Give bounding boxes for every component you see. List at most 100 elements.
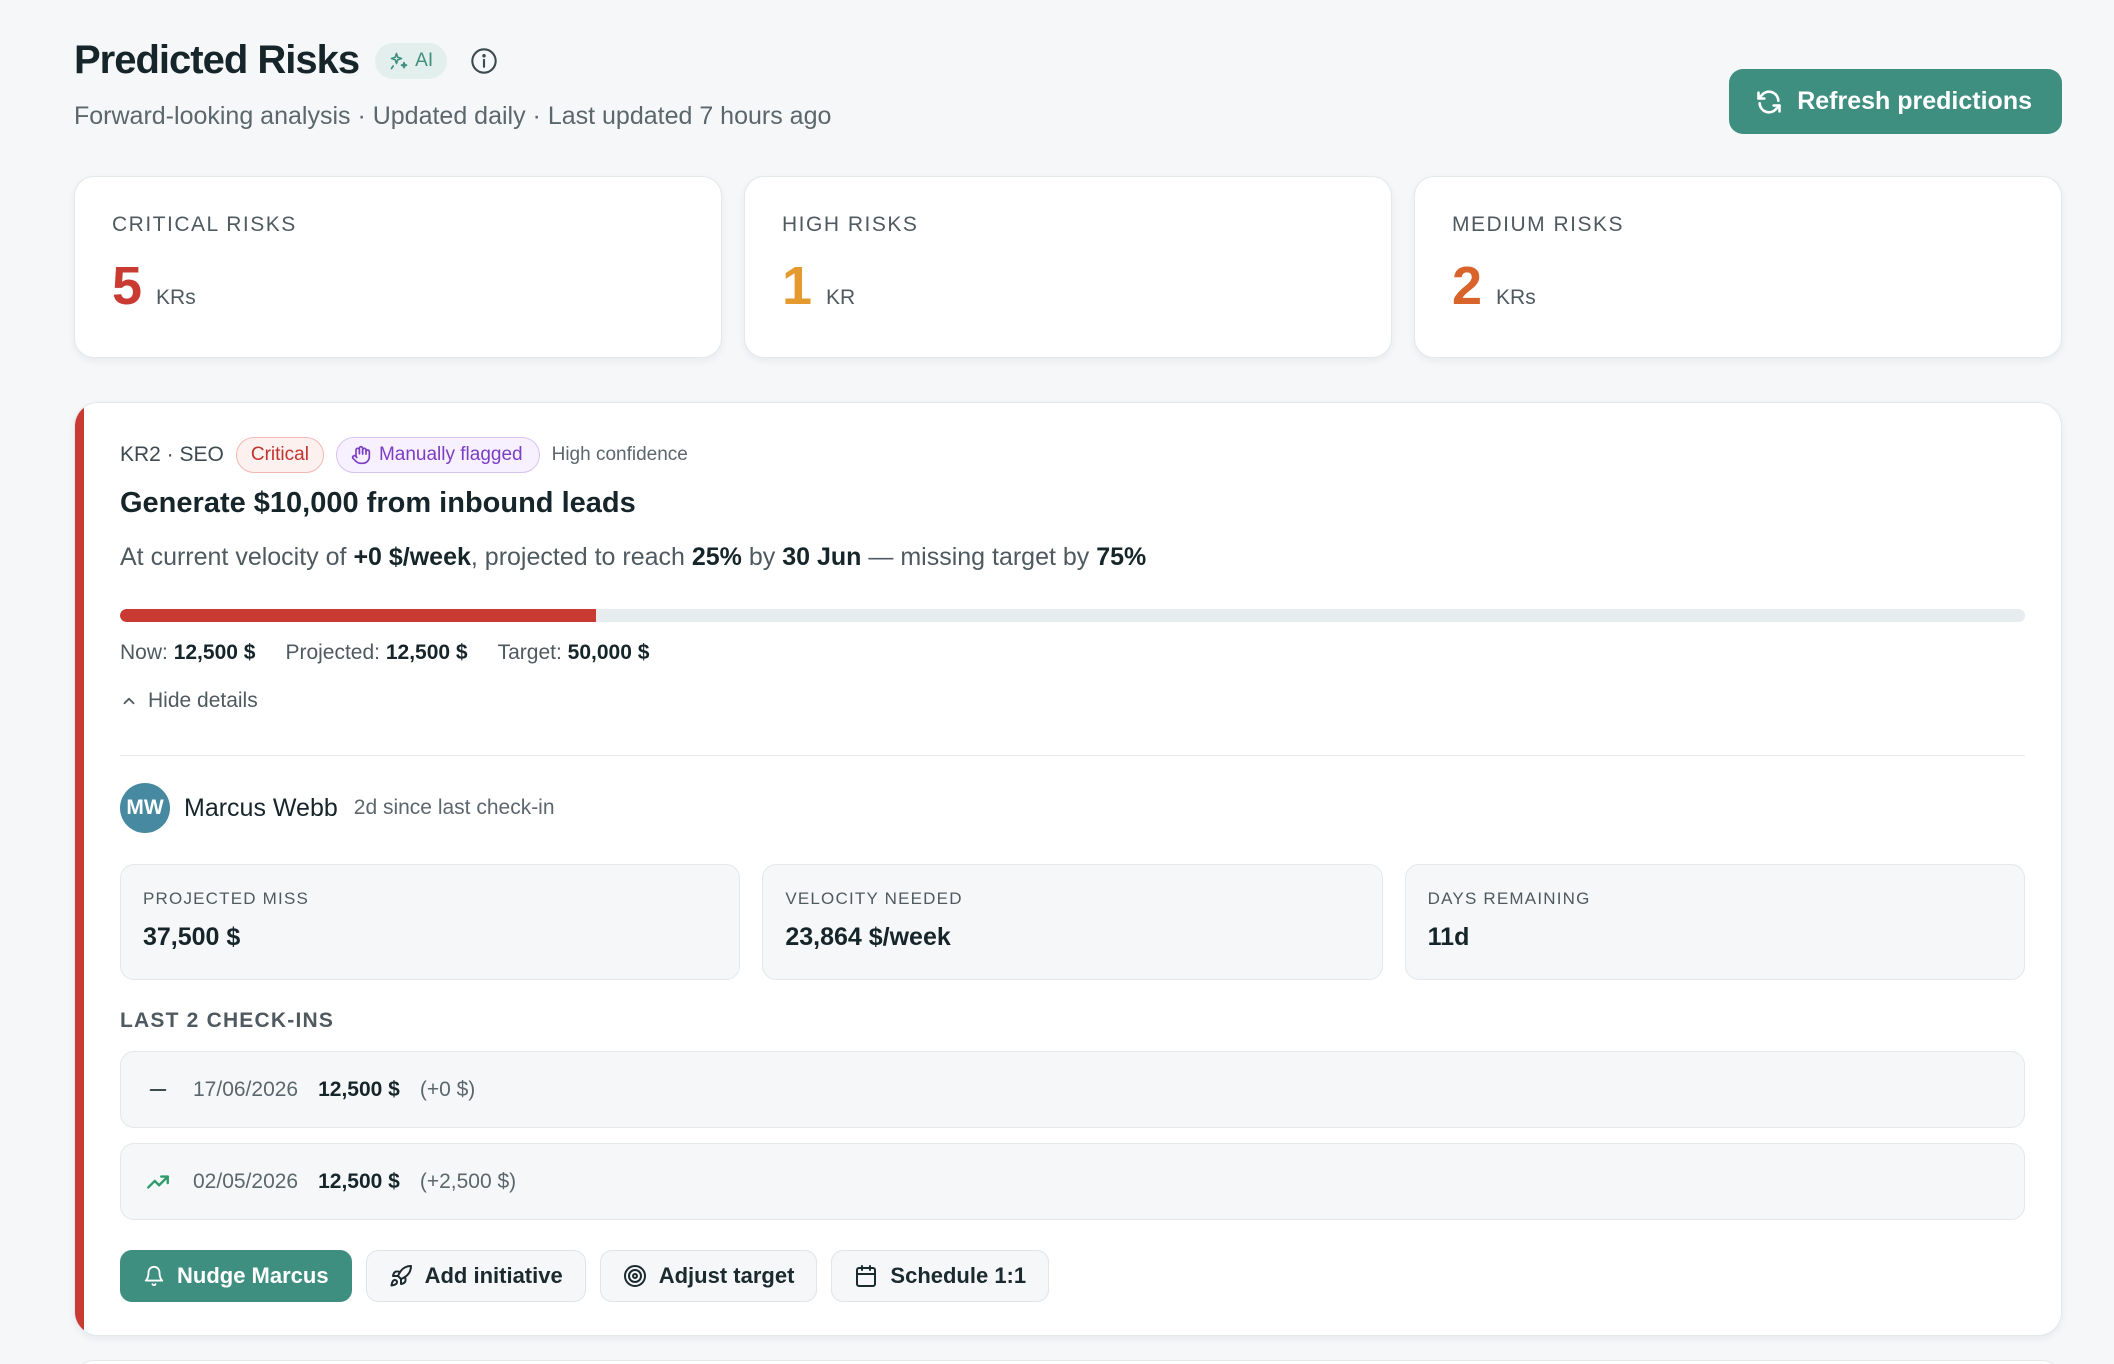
calendar-icon <box>856 1265 877 1287</box>
ai-badge: AI <box>375 42 448 79</box>
days-remaining-metric: DAYS REMAINING 11d <box>1404 864 2025 980</box>
checkin-value: 12,500 $ <box>318 1169 400 1193</box>
checkins-heading: LAST 2 CHECK-INS <box>120 1009 335 1032</box>
velocity-needed-metric: VELOCITY NEEDED 23,864 $/week <box>762 864 1383 980</box>
refresh-predictions-button[interactable]: Refresh predictions <box>1729 69 2062 134</box>
trending-up-icon <box>143 1169 173 1195</box>
target-icon <box>623 1265 646 1287</box>
nudge-owner-button[interactable]: Nudge Marcus <box>120 1250 352 1302</box>
divider <box>120 755 2025 756</box>
flat-trend-icon <box>143 1079 173 1101</box>
current-velocity: +0 $/week <box>353 543 471 571</box>
projection-date: 30 Jun <box>782 543 862 571</box>
progress-values: Now: 12,500 $ Projected: 12,500 $ Target… <box>120 641 649 665</box>
risk-metrics: PROJECTED MISS 37,500 $ VELOCITY NEEDED … <box>120 864 2025 980</box>
projected-miss-metric: PROJECTED MISS 37,500 $ <box>120 864 741 980</box>
sparkles-icon <box>390 52 408 69</box>
manually-flagged-badge: Manually flagged <box>335 437 540 473</box>
page-title: Predicted Risks <box>74 38 360 82</box>
adjust-target-label: Adjust target <box>658 1263 795 1288</box>
owner-name: Marcus Webb <box>184 793 338 822</box>
stat-unit: KRs <box>1496 286 1536 309</box>
stat-label: MEDIUM RISKS <box>1452 213 1625 236</box>
severity-stripe <box>75 403 84 1335</box>
kr-title: Generate $10,000 from inbound leads <box>120 487 636 519</box>
checkin-date: 17/06/2026 <box>193 1077 299 1101</box>
page-header: Predicted Risks AI Forward-looking analy… <box>74 0 2062 176</box>
metric-value: 37,500 $ <box>143 923 241 951</box>
add-initiative-label: Add initiative <box>424 1263 563 1288</box>
target-value-group: Target: 50,000 $ <box>498 641 650 665</box>
projection-summary: At current velocity of +0 $/week, projec… <box>120 543 1146 572</box>
projected-label: Projected: <box>285 641 381 664</box>
predicted-risks-page: Predicted Risks AI Forward-looking analy… <box>74 0 2062 1364</box>
projected-value-group: Projected: 12,500 $ <box>285 641 467 665</box>
checkin-delta: (+2,500 $) <box>419 1169 517 1193</box>
miss-percent: 75% <box>1096 543 1147 571</box>
metric-label: DAYS REMAINING <box>1427 889 1591 908</box>
info-icon[interactable] <box>469 46 499 76</box>
hide-details-toggle[interactable]: Hide details <box>120 689 258 713</box>
projection-text: At current velocity of <box>120 543 354 571</box>
page-subtitle: Forward-looking analysis · Updated daily… <box>74 102 832 130</box>
critical-risks-card: CRITICAL RISKS 5 KRs <box>74 176 722 358</box>
metric-label: VELOCITY NEEDED <box>785 889 963 908</box>
chevron-up-icon <box>123 697 135 705</box>
target-value: 50,000 $ <box>567 641 650 664</box>
severity-badge: Critical <box>235 437 324 473</box>
add-initiative-button[interactable]: Add initiative <box>365 1250 586 1302</box>
checkin-delta: (+0 $) <box>419 1077 476 1101</box>
high-risks-card: HIGH RISKS 1 KR <box>744 176 1392 358</box>
stat-label: HIGH RISKS <box>782 213 919 236</box>
next-risk-card <box>74 1360 2062 1364</box>
kr-reference: KR2 · SEO <box>120 443 224 466</box>
title-row: Predicted Risks AI <box>74 38 499 83</box>
schedule-one-on-one-button[interactable]: Schedule 1:1 <box>831 1250 1050 1302</box>
now-label: Now: <box>120 641 168 664</box>
metric-value: 23,864 $/week <box>785 923 951 951</box>
now-value: 12,500 $ <box>173 641 256 664</box>
projection-text: , projected to reach <box>470 543 692 571</box>
metric-value: 11d <box>1427 923 1470 951</box>
stat-value: 5 <box>112 256 143 316</box>
avatar[interactable]: MW <box>120 783 170 833</box>
stat-value: 1 <box>782 256 813 316</box>
metric-label: PROJECTED MISS <box>143 889 310 908</box>
target-label: Target: <box>497 641 562 664</box>
checkin-row: 02/05/2026 12,500 $ (+2,500 $) <box>120 1143 2025 1220</box>
risk-meta-row: KR2 · SEO Critical Manually flagged High… <box>120 437 688 473</box>
adjust-target-button[interactable]: Adjust target <box>599 1250 818 1302</box>
last-checkin-meta: 2d since last check-in <box>353 796 555 819</box>
medium-risks-card: MEDIUM RISKS 2 KRs <box>1414 176 2062 358</box>
hand-icon <box>351 445 371 465</box>
stat-unit: KR <box>826 286 856 309</box>
owner-row: MW Marcus Webb 2d since last check-in <box>120 783 555 833</box>
refresh-predictions-label: Refresh predictions <box>1797 87 2032 115</box>
risk-summary-cards: CRITICAL RISKS 5 KRs HIGH RISKS 1 KR MED… <box>74 176 2062 358</box>
stat-value-row: 5 KRs <box>112 259 684 313</box>
stat-unit: KRs <box>156 286 196 309</box>
refresh-icon <box>1757 89 1782 114</box>
stat-label: CRITICAL RISKS <box>112 213 297 236</box>
progress-bar-fill <box>120 609 597 622</box>
projection-text: — missing target by <box>861 543 1097 571</box>
projection-text: by <box>741 543 783 571</box>
checkin-date: 02/05/2026 <box>193 1169 299 1193</box>
hide-details-label: Hide details <box>148 689 258 712</box>
checkin-value: 12,500 $ <box>318 1077 400 1101</box>
stat-value-row: 2 KRs <box>1452 259 2024 313</box>
risk-card: KR2 · SEO Critical Manually flagged High… <box>74 402 2062 1336</box>
checkin-row: 17/06/2026 12,500 $ (+0 $) <box>120 1051 2025 1128</box>
now-value-group: Now: 12,500 $ <box>120 641 255 665</box>
projected-percent: 25% <box>691 543 742 571</box>
schedule-one-on-one-label: Schedule 1:1 <box>890 1263 1027 1288</box>
ai-badge-label: AI <box>415 49 434 71</box>
confidence-label: High confidence <box>551 444 688 465</box>
stat-value: 2 <box>1452 256 1483 316</box>
progress-bar <box>120 609 2025 622</box>
bell-icon <box>144 1266 164 1287</box>
projected-value: 12,500 $ <box>385 641 468 664</box>
manually-flagged-label: Manually flagged <box>378 444 523 465</box>
nudge-owner-label: Nudge Marcus <box>177 1263 329 1288</box>
stat-value-row: 1 KR <box>782 259 1354 313</box>
